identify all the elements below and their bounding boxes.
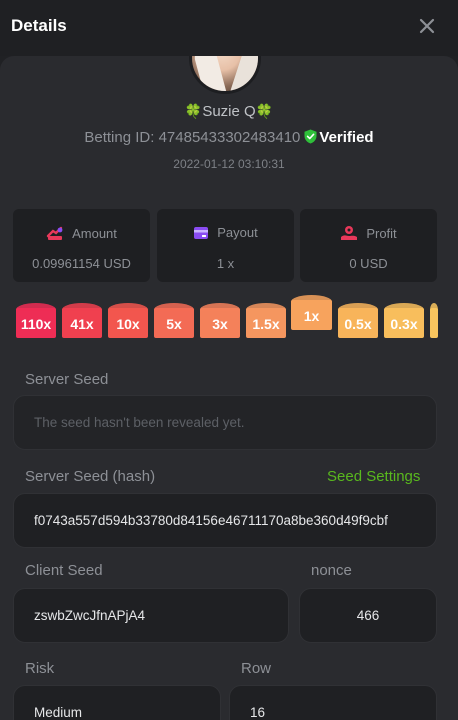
verified-shield-icon [304,129,317,144]
username-row: 🍀Suzie Q🍀 [0,103,458,120]
multiplier-bucket: 0.5x [338,303,378,338]
payout-card: Payout 1 x [157,209,294,282]
clover-icon: 🍀 [255,103,274,119]
payout-card-icon [194,227,209,239]
server-seed-field[interactable]: The seed hasn't been revealed yet. [13,395,437,450]
profit-value: 0 USD [349,256,388,271]
payout-label: Payout [217,225,258,240]
row-field[interactable]: 16 [229,685,437,720]
details-panel: 🍀Suzie Q🍀 Betting ID: 47485433302483410 V… [0,56,458,720]
details-header: Details [0,0,458,56]
avatar [189,56,261,94]
multiplier-bucket: 10x [108,303,148,338]
multiplier-bucket [430,303,438,338]
verified-label: Verified [319,129,374,146]
server-seed-label: Server Seed [25,371,109,388]
row-label: Row [241,660,272,677]
bet-date: 2022-01-12 03:10:31 [173,157,285,171]
seed-settings-link[interactable]: Seed Settings [327,468,420,485]
client-seed-label: Client Seed [25,562,103,579]
risk-field[interactable]: Medium [13,685,221,720]
amount-label: Amount [72,226,117,241]
amount-card: Amount 0.09961154 USD [13,209,150,282]
close-icon [419,18,435,34]
multiplier-bucket: 5x [154,303,194,338]
multiplier-bucket: 0.3x [384,303,424,338]
username[interactable]: Suzie Q [202,103,255,120]
clover-icon: 🍀 [184,103,203,119]
betting-id: Betting ID: 47485433302483410 [84,129,301,146]
page-title: Details [11,16,67,35]
profit-card: Profit 0 USD [300,209,437,282]
payout-value: 1 x [216,256,235,271]
risk-label: Risk [25,660,55,677]
nonce-field[interactable]: 466 [299,588,437,643]
nonce-label: nonce [311,562,352,579]
close-button[interactable] [414,13,440,39]
multiplier-bucket: 3x [200,303,240,338]
amount-icon [46,226,63,240]
server-seed-hash-field[interactable]: f0743a557d594b33780d84156e46711170a8be36… [13,493,437,548]
multiplier-bucket: 41x [62,303,102,338]
amount-value: 0.09961154 USD [32,256,131,271]
betting-id-row: Betting ID: 47485433302483410 Verified [0,129,458,146]
client-seed-field[interactable]: zswbZwcJfnAPjA4 [13,588,289,643]
server-seed-hash-label: Server Seed (hash) [25,468,156,485]
multiplier-bucket: 1x [291,295,332,330]
profit-icon [341,226,358,240]
profit-label: Profit [366,226,397,241]
multiplier-bucket: 110x [16,303,56,338]
multiplier-bucket: 1.5x [246,303,286,338]
